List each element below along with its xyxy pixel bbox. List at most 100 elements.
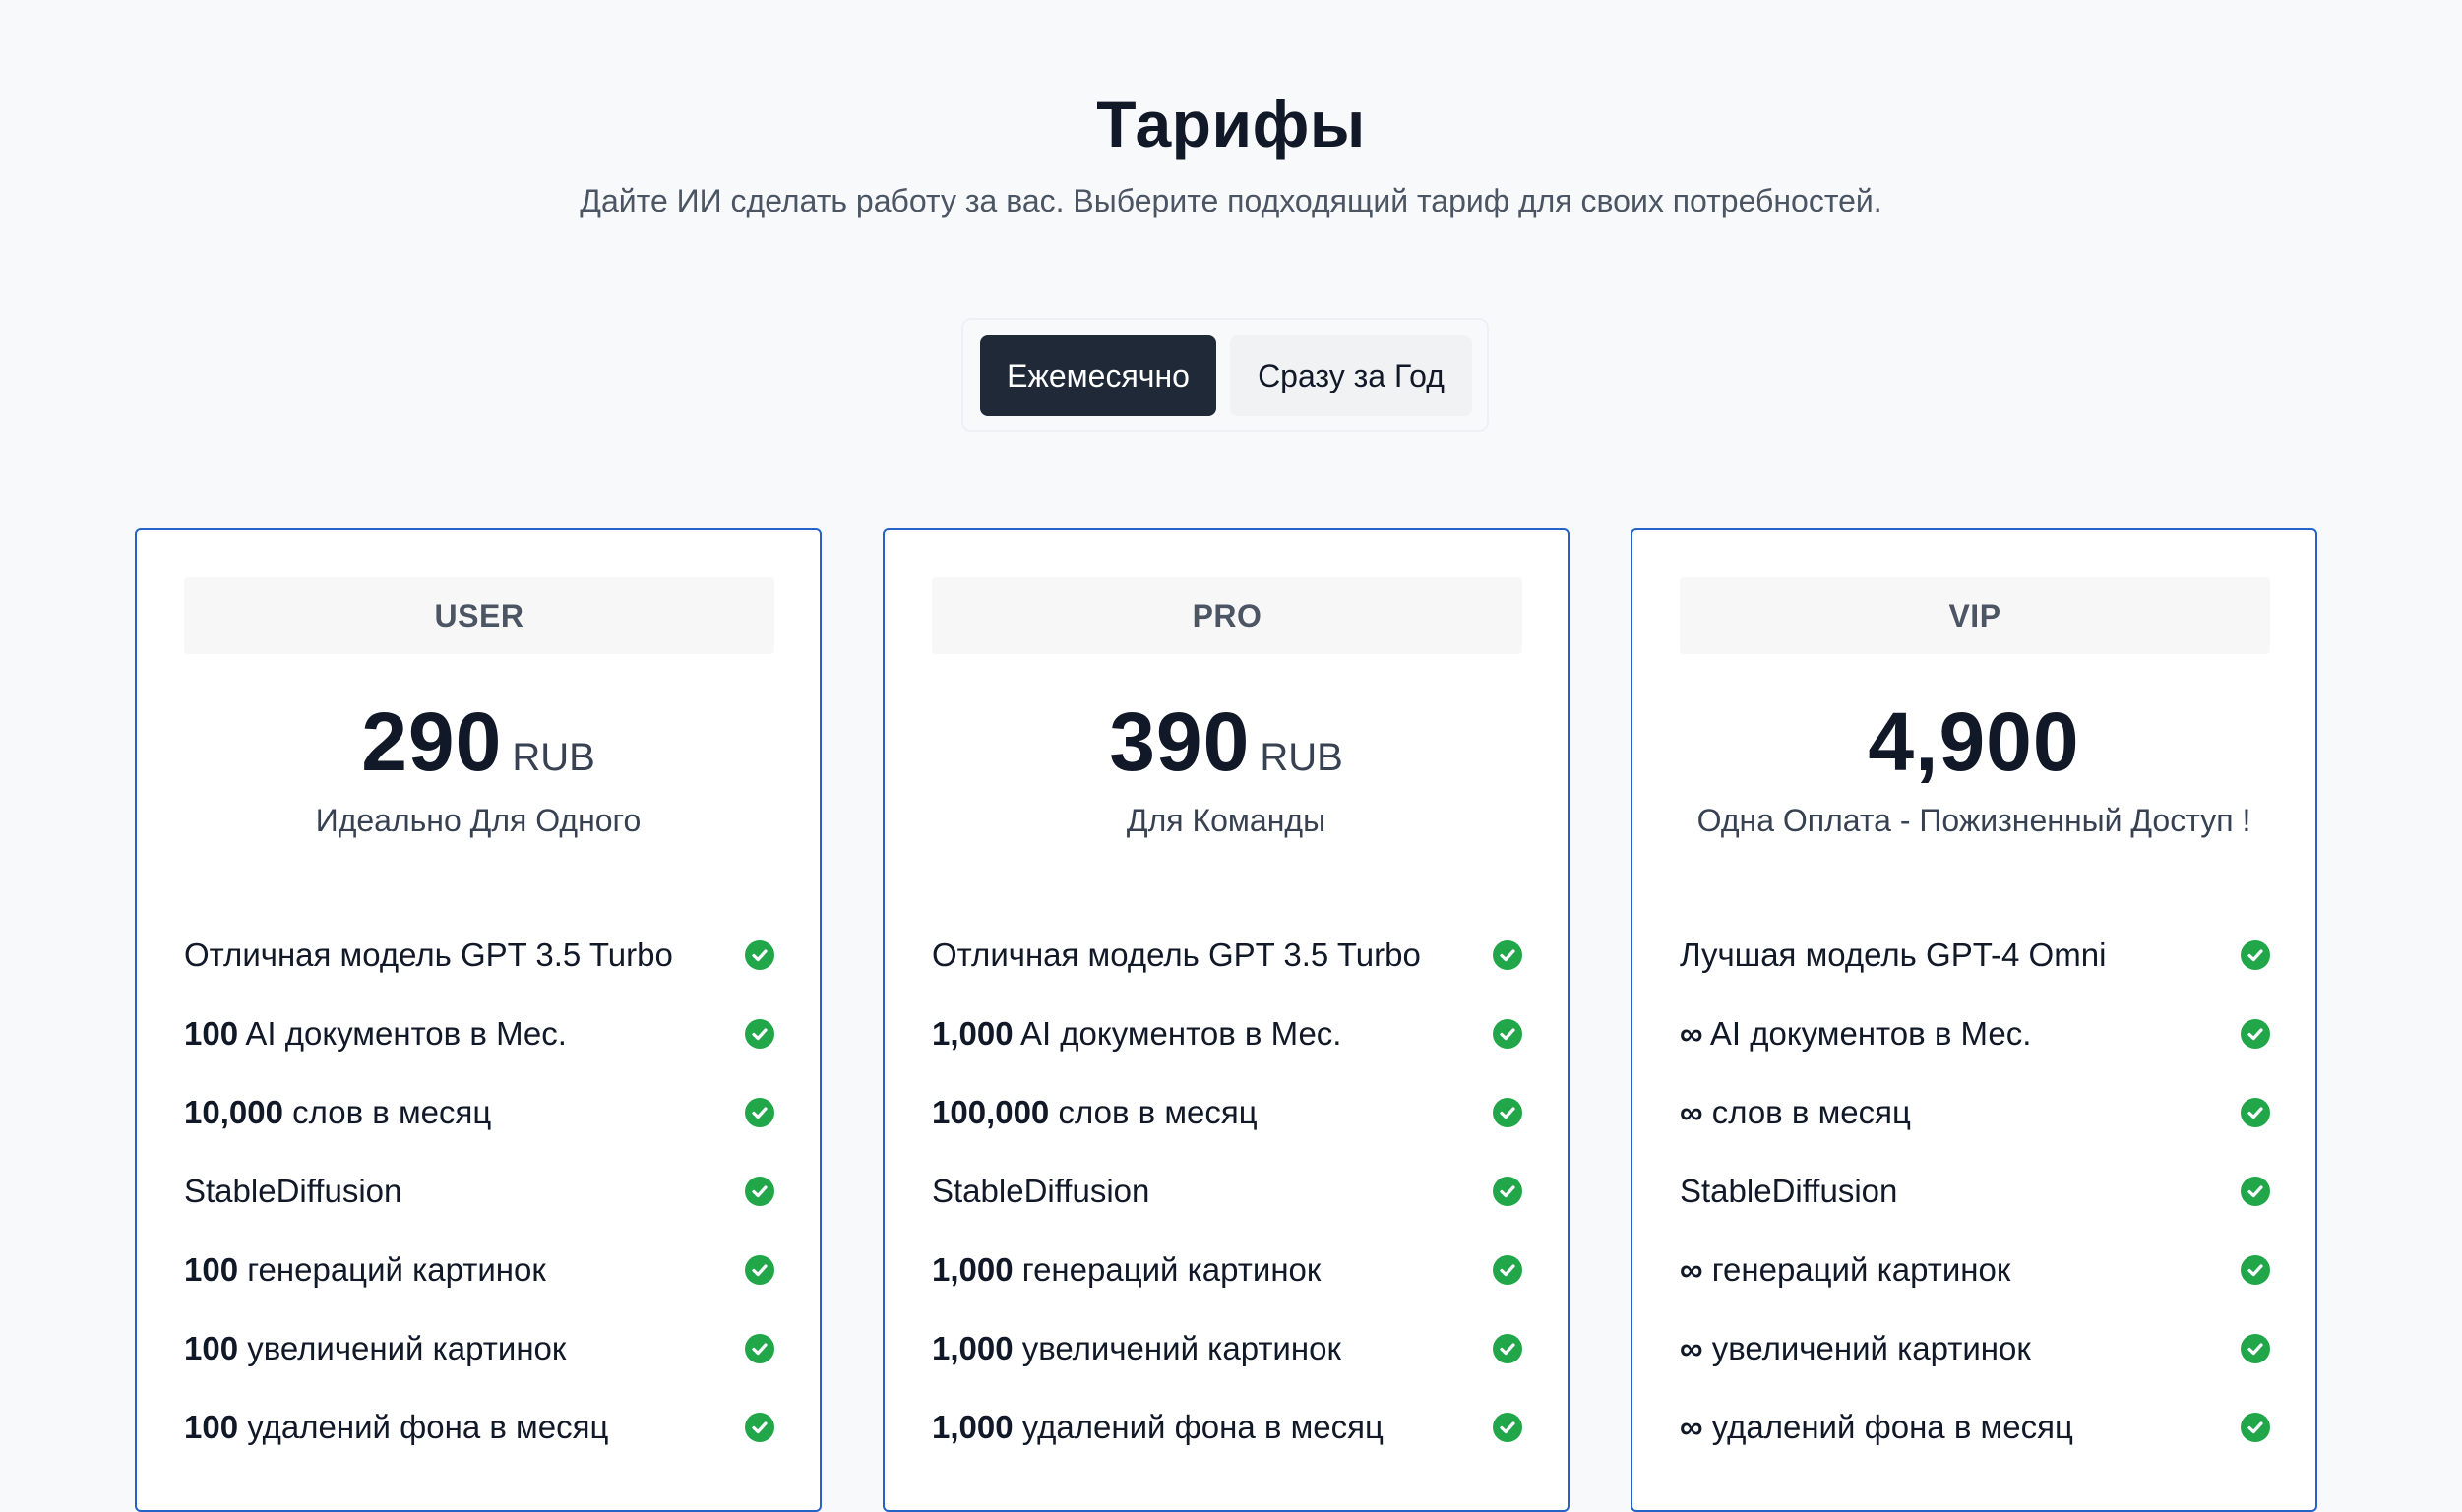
check-circle-icon	[745, 1334, 774, 1363]
feature-quantity: 100	[184, 1015, 239, 1052]
feature-text: Отличная модель GPT 3.5 Turbo	[932, 937, 1421, 973]
feature-quantity: ∞	[1680, 1094, 1703, 1130]
check-circle-icon	[745, 940, 774, 970]
plan-card-pro[interactable]: PRO 390 RUB Для Команды Отличная модель GPT …	[883, 528, 1570, 1512]
check-circle-icon	[1493, 1334, 1522, 1363]
feature-quantity: 1,000	[932, 1330, 1014, 1366]
feature-text: слов в месяц	[1702, 1094, 1911, 1130]
feature-item: ∞ AI документов в Мес.	[1680, 1002, 2270, 1081]
plan-description: Идеально Для Одного	[315, 803, 642, 838]
feature-text: AI документов в Мес.	[1013, 1015, 1342, 1052]
feature-quantity: 100	[184, 1251, 239, 1288]
feature-text: StableDiffusion	[184, 1173, 402, 1209]
feature-item: 100 AI документов в Мес.	[184, 1002, 774, 1081]
price-currency: RUB	[1260, 736, 1343, 779]
feature-quantity: 1,000	[932, 1409, 1014, 1445]
billing-period-toggle: Ежемесячно Сразу за Год	[961, 318, 1489, 432]
feature-list: Отличная модель GPT 3.5 Turbo 100 AI доку…	[184, 924, 774, 1475]
feature-item: 1,000 AI документов в Мес.	[932, 1002, 1522, 1081]
plan-name: VIP	[1680, 577, 2270, 654]
price-amount: 390	[1109, 696, 1251, 788]
feature-quantity: 100,000	[932, 1094, 1050, 1130]
feature-text: StableDiffusion	[1680, 1173, 1898, 1209]
check-circle-icon	[745, 1255, 774, 1285]
feature-item: 100 увеличений картинок	[184, 1317, 774, 1396]
feature-text: слов в месяц	[282, 1094, 492, 1130]
feature-text: генераций картинок	[1013, 1251, 1322, 1288]
feature-quantity: ∞	[1680, 1409, 1703, 1445]
check-circle-icon	[2241, 1334, 2270, 1363]
feature-item: 1,000 удалений фона в месяц	[932, 1396, 1522, 1475]
feature-text: AI документов в Мес.	[1702, 1015, 2032, 1052]
feature-text: StableDiffusion	[932, 1173, 1150, 1209]
feature-quantity: ∞	[1680, 1015, 1703, 1052]
plan-card-vip[interactable]: VIP 4,900 Одна Оплата - Пожизненный Доступ…	[1631, 528, 2317, 1512]
plan-card-user[interactable]: USER 290 RUB Идеально Для Одного Отличная мо…	[135, 528, 822, 1512]
feature-item: 100 удалений фона в месяц	[184, 1396, 774, 1475]
check-circle-icon	[1493, 1019, 1522, 1049]
page-title: Тарифы	[1096, 88, 1366, 160]
check-circle-icon	[1493, 1413, 1522, 1442]
feature-text: увеличений картинок	[238, 1330, 567, 1366]
check-circle-icon	[745, 1413, 774, 1442]
feature-item: 1,000 увеличений картинок	[932, 1317, 1522, 1396]
feature-quantity: ∞	[1680, 1330, 1703, 1366]
check-circle-icon	[2241, 940, 2270, 970]
check-circle-icon	[1493, 1255, 1522, 1285]
feature-text: AI документов в Мес.	[238, 1015, 567, 1052]
plan-description: Для Команды	[1126, 803, 1326, 838]
check-circle-icon	[745, 1098, 774, 1127]
plan-description: Одна Оплата - Пожизненный Доступ !	[1696, 803, 2251, 838]
feature-item: ∞ слов в месяц	[1680, 1081, 2270, 1160]
feature-item: ∞ увеличений картинок	[1680, 1317, 2270, 1396]
feature-item: 100 генераций картинок	[184, 1239, 774, 1317]
feature-text: удалений фона в месяц	[1702, 1409, 2073, 1445]
feature-quantity: 1,000	[932, 1015, 1014, 1052]
yearly-billing-button[interactable]: Сразу за Год	[1230, 335, 1472, 416]
price-currency: RUB	[512, 736, 595, 779]
feature-text: генераций картинок	[1702, 1251, 2011, 1288]
feature-quantity: ∞	[1680, 1251, 1703, 1288]
plan-name: USER	[184, 577, 774, 654]
feature-text: удалений фона в месяц	[1013, 1409, 1384, 1445]
check-circle-icon	[2241, 1019, 2270, 1049]
price-amount: 290	[361, 696, 503, 788]
feature-item: StableDiffusion	[184, 1160, 774, 1239]
check-circle-icon	[1493, 1098, 1522, 1127]
check-circle-icon	[2241, 1177, 2270, 1206]
feature-item: ∞ генераций картинок	[1680, 1239, 2270, 1317]
feature-item: StableDiffusion	[932, 1160, 1522, 1239]
monthly-billing-button[interactable]: Ежемесячно	[980, 335, 1216, 416]
plan-name: PRO	[932, 577, 1522, 654]
feature-text: Отличная модель GPT 3.5 Turbo	[184, 937, 673, 973]
feature-list: Отличная модель GPT 3.5 Turbo 1,000 AI до…	[932, 924, 1522, 1475]
feature-item: ∞ удалений фона в месяц	[1680, 1396, 2270, 1475]
check-circle-icon	[1493, 1177, 1522, 1206]
page-subtitle: Дайте ИИ сделать работу за вас. Выберите…	[580, 183, 1882, 218]
feature-item: StableDiffusion	[1680, 1160, 2270, 1239]
price-amount: 4,900	[1868, 696, 2080, 788]
feature-list: Лучшая модель GPT-4 Omni ∞ AI документов …	[1680, 924, 2270, 1475]
check-circle-icon	[2241, 1413, 2270, 1442]
check-circle-icon	[745, 1177, 774, 1206]
feature-item: 100,000 слов в месяц	[932, 1081, 1522, 1160]
feature-text: Лучшая модель GPT-4 Omni	[1680, 937, 2107, 973]
check-circle-icon	[2241, 1098, 2270, 1127]
feature-item: Отличная модель GPT 3.5 Turbo	[932, 924, 1522, 1002]
check-circle-icon	[2241, 1255, 2270, 1285]
feature-item: 1,000 генераций картинок	[932, 1239, 1522, 1317]
check-circle-icon	[745, 1019, 774, 1049]
feature-quantity: 10,000	[184, 1094, 283, 1130]
feature-item: Лучшая модель GPT-4 Omni	[1680, 924, 2270, 1002]
feature-text: генераций картинок	[238, 1251, 546, 1288]
feature-item: 10,000 слов в месяц	[184, 1081, 774, 1160]
feature-quantity: 100	[184, 1409, 239, 1445]
feature-text: слов в месяц	[1049, 1094, 1258, 1130]
feature-text: удалений фона в месяц	[238, 1409, 609, 1445]
feature-quantity: 100	[184, 1330, 239, 1366]
feature-text: увеличений картинок	[1702, 1330, 2031, 1366]
feature-text: увеличений картинок	[1013, 1330, 1341, 1366]
check-circle-icon	[1493, 940, 1522, 970]
feature-item: Отличная модель GPT 3.5 Turbo	[184, 924, 774, 1002]
feature-quantity: 1,000	[932, 1251, 1014, 1288]
